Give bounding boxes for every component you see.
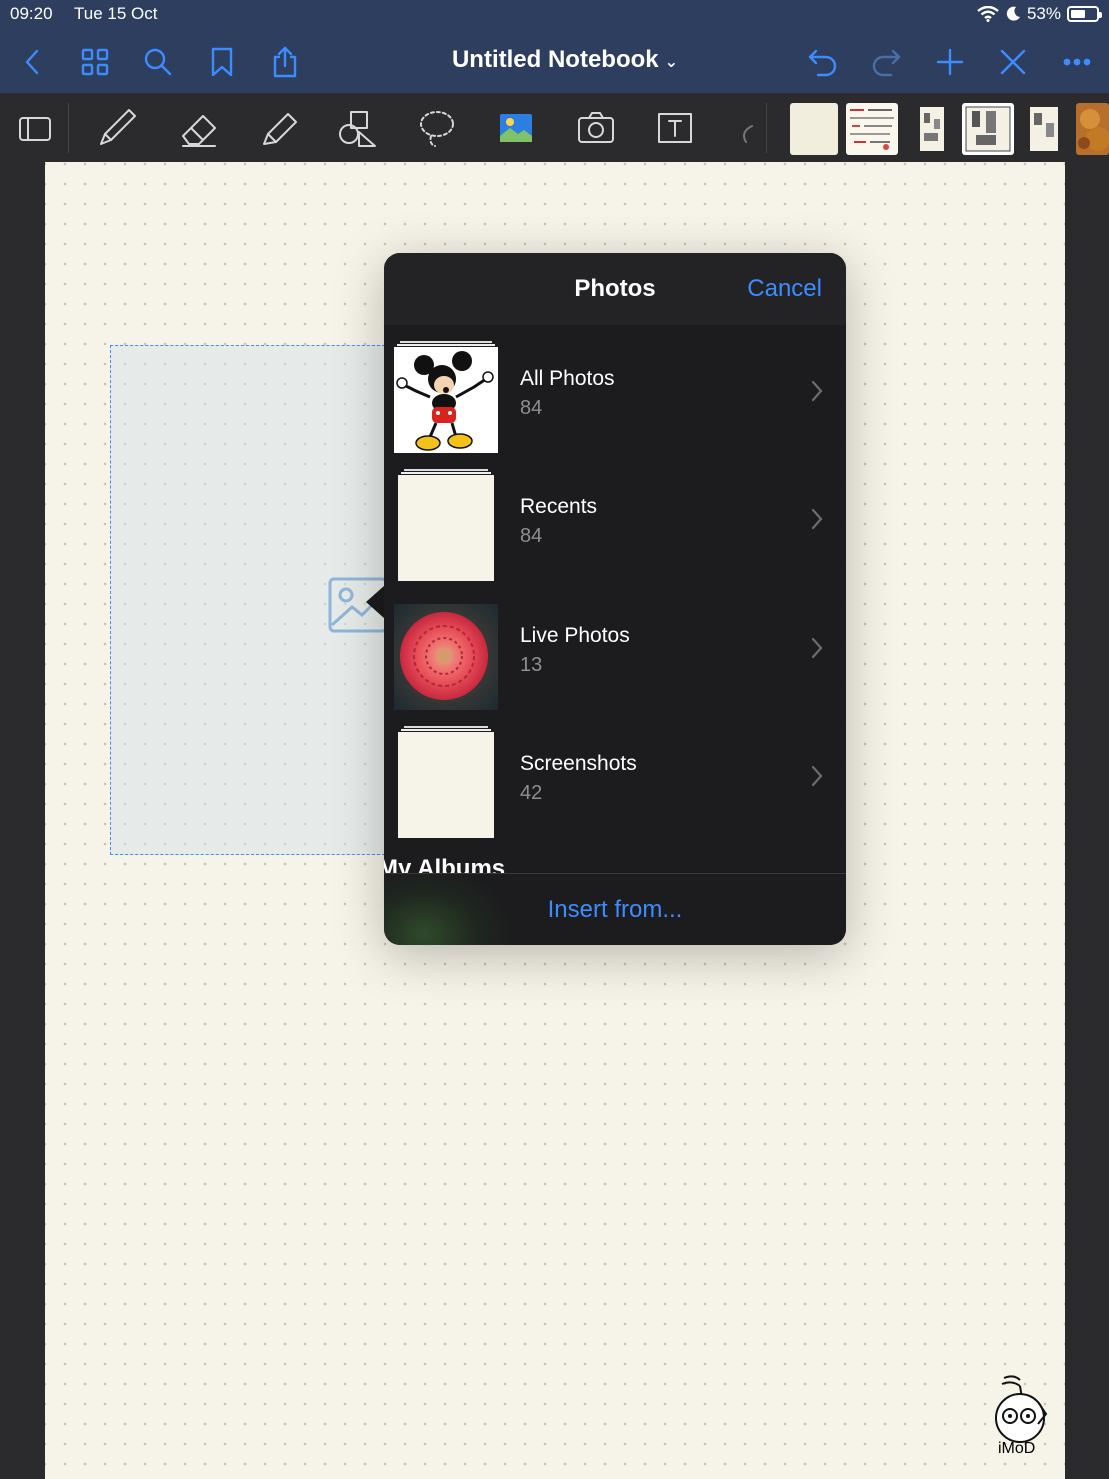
pen-tool[interactable]: [91, 103, 143, 153]
top-bar: 09:20 Tue 15 Oct 53% Untitled Notebook ⌄: [0, 0, 1109, 93]
toolbar-layout-icon: [19, 117, 51, 141]
chevron-right-icon: [811, 380, 823, 402]
plus-icon: [936, 48, 964, 76]
toolbar-toggle-button[interactable]: [8, 103, 60, 153]
album-thumbnail: [394, 726, 498, 838]
undo-button[interactable]: [801, 40, 845, 84]
redo-button[interactable]: [864, 40, 908, 84]
battery-percent: 53%: [1026, 4, 1061, 23]
text-box-icon: [658, 113, 692, 143]
share-icon: [273, 46, 297, 78]
recent-image-thumbnail[interactable]: [906, 103, 958, 155]
album-thumbnail: [394, 469, 498, 581]
battery-icon: [1067, 6, 1102, 22]
tool-bar: [0, 93, 1109, 162]
highlighter-icon: [263, 113, 297, 145]
moon-icon: [1006, 6, 1020, 21]
grid-icon: [81, 48, 109, 76]
status-time: 09:20: [10, 4, 53, 23]
album-count: 84: [520, 397, 543, 419]
chevron-down-icon: ⌄: [664, 54, 679, 71]
pen-icon: [100, 109, 136, 145]
album-row-recents[interactable]: Recents 84: [384, 457, 846, 585]
photos-popover: Photos Cancel All Photos 84 Recents 84 L…: [384, 253, 846, 945]
chevron-right-icon: [811, 637, 823, 659]
more-button[interactable]: [1055, 40, 1099, 84]
eraser-icon: [182, 115, 216, 147]
redo-icon: [872, 49, 901, 77]
recent-image-thumbnail[interactable]: [790, 103, 838, 155]
album-row-screenshots[interactable]: Screenshots 42: [384, 714, 846, 842]
undo-icon: [808, 49, 837, 77]
album-count: 84: [520, 525, 543, 547]
close-pen-icon: [1000, 49, 1026, 75]
recent-image-thumbnail[interactable]: [846, 103, 898, 155]
grid-view-button[interactable]: [73, 40, 117, 84]
more-icon: [1063, 58, 1091, 66]
popover-footer: Insert from...: [384, 873, 846, 945]
camera-icon: [578, 112, 614, 143]
shape-tool[interactable]: [331, 103, 383, 153]
album-count: 13: [520, 654, 543, 676]
chevron-right-icon: [811, 765, 823, 787]
album-thumbnail: [394, 341, 498, 453]
status-date: Tue 15 Oct: [74, 4, 158, 23]
back-button[interactable]: [10, 40, 54, 84]
popover-arrow: [366, 586, 384, 618]
chevron-right-icon: [811, 508, 823, 530]
chevron-left-icon: [25, 49, 39, 75]
close-edit-button[interactable]: [991, 40, 1035, 84]
notebook-title-button[interactable]: Untitled Notebook ⌄: [400, 46, 730, 74]
wifi-icon: [977, 6, 999, 22]
album-name: Live Photos: [520, 624, 630, 647]
popover-header: Photos Cancel: [384, 253, 846, 325]
share-button[interactable]: [263, 40, 307, 84]
image-tool[interactable]: [490, 103, 542, 153]
search-button[interactable]: [136, 40, 180, 84]
status-right: 53%: [977, 4, 1102, 24]
status-bar: 09:20 Tue 15 Oct 53%: [10, 4, 1102, 26]
album-name: Recents: [520, 495, 598, 518]
text-tool[interactable]: [649, 103, 701, 153]
bookmark-icon: [211, 47, 233, 77]
imod-logo-text: iMoD: [998, 1440, 1036, 1457]
insert-from-button[interactable]: Insert from...: [384, 896, 846, 924]
recent-image-thumbnail[interactable]: [1020, 103, 1068, 155]
highlighter-tool[interactable]: [252, 103, 304, 153]
add-page-button[interactable]: [928, 40, 972, 84]
search-icon: [144, 48, 172, 76]
image-icon: [500, 114, 532, 142]
album-row-all-photos[interactable]: All Photos 84: [384, 329, 846, 457]
recent-image-thumbnail[interactable]: [1076, 103, 1109, 155]
album-name: All Photos: [520, 367, 615, 390]
shapes-icon: [339, 111, 376, 147]
notebook-title: Untitled Notebook: [451, 46, 659, 73]
bookmark-button[interactable]: [200, 40, 244, 84]
laser-icon: [743, 125, 753, 143]
camera-tool[interactable]: [570, 103, 622, 153]
lasso-icon: [420, 111, 454, 147]
eraser-tool[interactable]: [173, 103, 225, 153]
cancel-button[interactable]: Cancel: [747, 275, 822, 303]
lasso-tool[interactable]: [411, 103, 463, 153]
album-name: Screenshots: [520, 752, 637, 775]
album-count: 42: [520, 782, 543, 804]
recent-image-thumbnail[interactable]: [962, 103, 1014, 155]
laser-pointer-tool[interactable]: [720, 103, 772, 153]
album-thumbnail: [394, 598, 498, 710]
album-row-live-photos[interactable]: Live Photos 13: [384, 586, 846, 714]
